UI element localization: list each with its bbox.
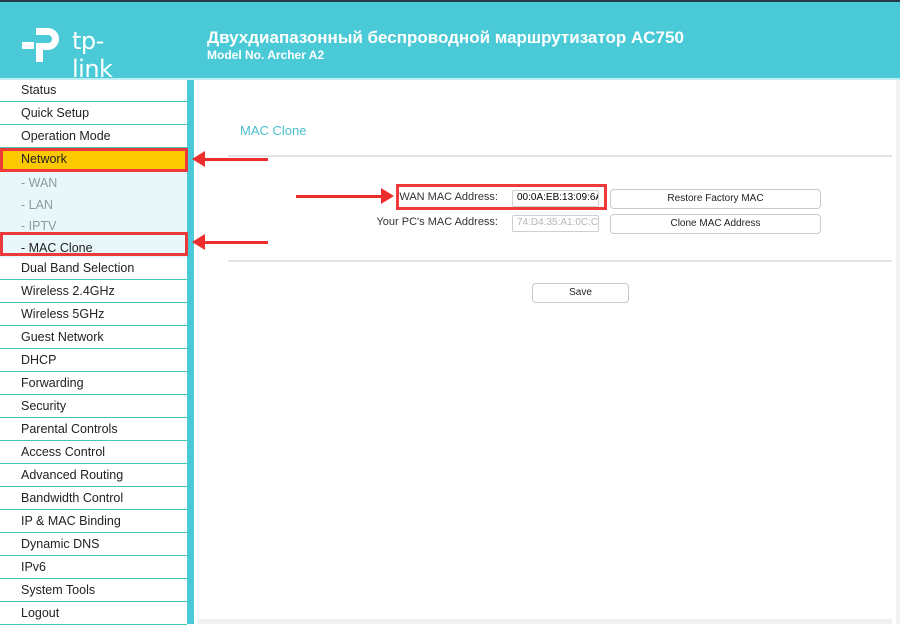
sidebar-item-network[interactable]: Network (0, 149, 187, 171)
sidebar-subitem-iptv[interactable]: - IPTV (0, 216, 187, 237)
sidebar-divider (187, 80, 194, 624)
brand-name: tp-link (72, 27, 113, 83)
pc-mac-input: 74:D4:35:A1:0C:CE (512, 215, 599, 232)
scrollbar-track[interactable] (896, 80, 900, 624)
wan-mac-label: WAN MAC Address: (399, 191, 498, 203)
sidebar-item-system-tools[interactable]: System Tools (0, 580, 187, 602)
sidebar-item-forwarding[interactable]: Forwarding (0, 373, 187, 395)
router-title: Двухдиапазонный беспроводной маршрутизат… (207, 28, 684, 47)
sidebar-item-bandwidth-control[interactable]: Bandwidth Control (0, 488, 187, 510)
title-divider (228, 155, 892, 157)
page-title: MAC Clone (240, 123, 307, 138)
tp-link-logo[interactable]: tp-link (22, 24, 142, 83)
sidebar-item-quick-setup[interactable]: Quick Setup (0, 103, 187, 125)
sidebar-subitem-wan[interactable]: - WAN (0, 173, 187, 194)
pc-mac-label: Your PC's MAC Address: (376, 216, 498, 228)
wan-mac-input[interactable]: 00:0A:EB:13:09:6A (512, 190, 599, 207)
save-button[interactable]: Save (532, 283, 629, 303)
sidebar-item-ipv6[interactable]: IPv6 (0, 557, 187, 579)
sidebar-item-access-control[interactable]: Access Control (0, 442, 187, 464)
sidebar-item-operation-mode[interactable]: Operation Mode (0, 126, 187, 148)
sidebar-item-guest-network[interactable]: Guest Network (0, 327, 187, 349)
tp-link-logo-icon (22, 28, 59, 62)
sidebar-item-ip-mac-binding[interactable]: IP & MAC Binding (0, 511, 187, 533)
sidebar-item-wireless-5ghz[interactable]: Wireless 5GHz (0, 304, 187, 326)
clone-mac-address-button[interactable]: Clone MAC Address (610, 214, 821, 234)
sidebar-item-wireless-2-4ghz[interactable]: Wireless 2.4GHz (0, 281, 187, 303)
sidebar-item-dynamic-dns[interactable]: Dynamic DNS (0, 534, 187, 556)
sidebar-subitem-lan[interactable]: - LAN (0, 194, 187, 216)
sidebar-item-dual-band-selection[interactable]: Dual Band Selection (0, 258, 187, 280)
restore-factory-mac-button[interactable]: Restore Factory MAC (610, 189, 821, 209)
sidebar-item-parental-controls[interactable]: Parental Controls (0, 419, 187, 441)
form-divider (228, 260, 892, 262)
sidebar-item-security[interactable]: Security (0, 396, 187, 418)
sidebar-subitem-mac-clone[interactable]: - MAC Clone (0, 237, 187, 259)
sidebar-item-dhcp[interactable]: DHCP (0, 350, 187, 372)
sidebar-item-status[interactable]: Status (0, 80, 187, 102)
sidebar-item-advanced-routing[interactable]: Advanced Routing (0, 465, 187, 487)
main-content (194, 80, 894, 624)
model-number: Model No. Archer A2 (207, 48, 325, 62)
bottom-scrollbar[interactable] (198, 619, 892, 624)
header: tp-link Двухдиапазонный беспроводной мар… (0, 2, 900, 83)
sidebar-item-logout[interactable]: Logout (0, 603, 187, 625)
